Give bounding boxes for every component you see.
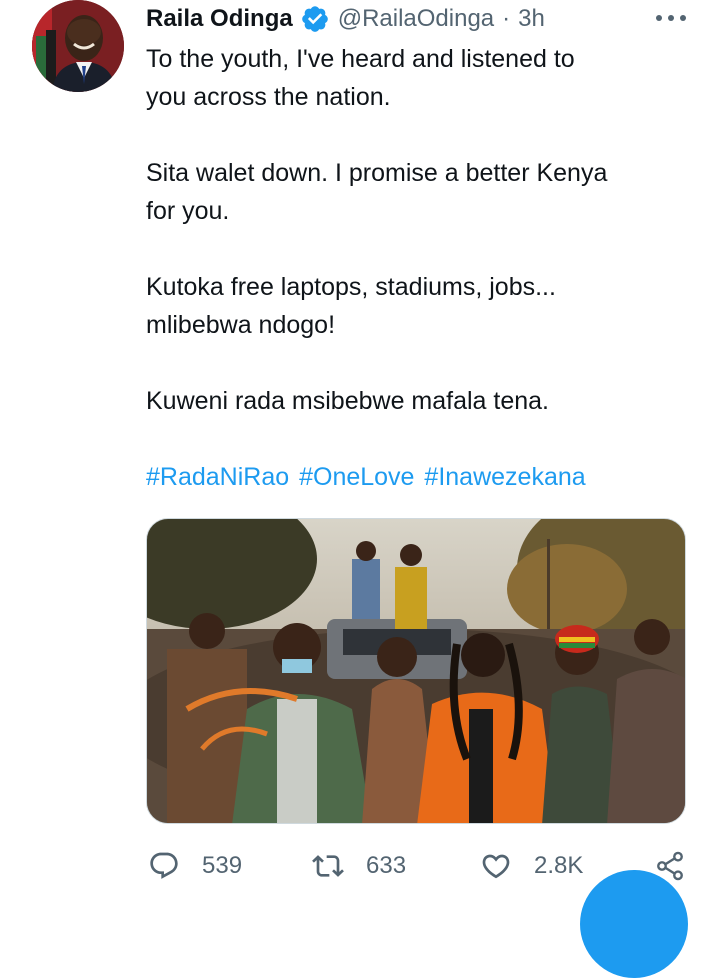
tweet-line: mlibebwa ndogo! bbox=[146, 311, 336, 339]
tweet-line: you across the nation. bbox=[146, 83, 391, 111]
tweet-paragraph: Kuweni rada msibebwe mafala tena. bbox=[146, 382, 686, 420]
more-icon[interactable] bbox=[656, 6, 686, 30]
avatar[interactable] bbox=[32, 0, 124, 92]
tweet-paragraph: Kutoka free laptops, stadiums, jobs... m… bbox=[146, 268, 686, 344]
like-button[interactable]: 2.8K bbox=[480, 848, 583, 884]
tweet-photo[interactable] bbox=[146, 518, 686, 824]
hashtag-list: #RadaNiRao #OneLove #Inawezekana bbox=[146, 458, 589, 496]
timestamp[interactable]: 3h bbox=[518, 5, 545, 33]
author-name[interactable]: Raila Odinga bbox=[146, 5, 293, 33]
retweet-button[interactable]: 633 bbox=[312, 848, 406, 884]
like-icon bbox=[482, 854, 510, 879]
hashtag-link[interactable]: #RadaNiRao bbox=[146, 463, 289, 491]
tweet-line: Kuweni rada msibebwe mafala tena. bbox=[146, 387, 550, 415]
retweet-count: 633 bbox=[366, 852, 407, 879]
compose-fab[interactable] bbox=[580, 870, 688, 978]
hashtag-link[interactable]: #OneLove bbox=[299, 463, 414, 491]
tweet-line: Kutoka free laptops, stadiums, jobs... bbox=[146, 273, 556, 301]
verified-badge-icon bbox=[300, 4, 330, 34]
reply-count: 539 bbox=[202, 852, 243, 879]
hashtag-link[interactable]: #Inawezekana bbox=[424, 463, 585, 491]
retweet-icon bbox=[312, 855, 344, 877]
tweet-header: Raila Odinga @RailaOdinga · 3h bbox=[146, 2, 545, 36]
like-count: 2.8K bbox=[534, 852, 584, 879]
author-handle[interactable]: @RailaOdinga bbox=[338, 5, 494, 33]
reply-icon bbox=[150, 852, 178, 879]
reply-button[interactable]: 539 bbox=[148, 848, 242, 884]
tweet: Raila Odinga @RailaOdinga · 3h To the yo… bbox=[0, 0, 720, 978]
tweet-line: for you. bbox=[146, 197, 230, 225]
separator: · bbox=[502, 5, 511, 32]
tweet-paragraph: To the youth, I've heard and listened to… bbox=[146, 40, 686, 116]
tweet-line: To the youth, I've heard and listened to bbox=[146, 45, 575, 73]
tweet-line: Sita walet down. I promise a better Keny… bbox=[146, 159, 608, 187]
tweet-paragraph: Sita walet down. I promise a better Keny… bbox=[146, 154, 686, 230]
